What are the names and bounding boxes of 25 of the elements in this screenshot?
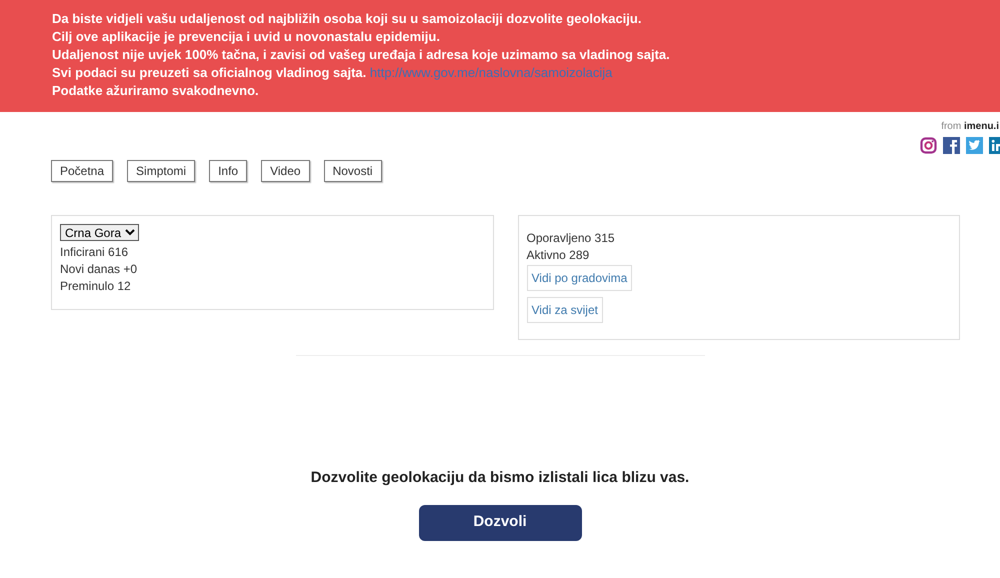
instagram-icon[interactable] <box>920 137 937 154</box>
twitter-icon[interactable] <box>966 137 983 154</box>
facebook-icon[interactable] <box>943 137 960 154</box>
banner-text: Da biste vidjeli vašu udaljenost od najbližih osoba koji su u samoizolaciji dozvolite geolokaciju. <box>52 10 642 28</box>
view-button[interactable]: Vidi za svijet <box>526 297 603 323</box>
stat-text: Aktivno 289 <box>526 248 590 262</box>
banner-text: Cilj ove aplikacije je prevencija i uvid u novonastalu epidemiju. <box>52 28 441 46</box>
nav-button[interactable]: Novosti <box>324 160 382 182</box>
linkedin-icon[interactable] <box>989 137 1000 154</box>
nav-button[interactable]: Info <box>209 160 248 182</box>
banner-text: Svi podaci su preuzeti sa oficialnog vladinog sajta. http://www.gov.me/naslovna/samoizolacija <box>52 64 614 82</box>
stat-text: Inficirani 616 <box>60 245 130 259</box>
banner-text: Podatke ažuriramo svakodnevno. <box>52 82 260 100</box>
banner-text: Udaljenost nije uvjek 100% tačna, i zavisi od vašeg uređaja i adresa koje uzimamo sa vladinog sajta. <box>52 46 671 64</box>
allow-button[interactable]: Dozvoli <box>418 504 582 540</box>
attribution-text: from imenu.i <box>941 120 999 134</box>
stat-text: Oporavljeno 315 <box>526 231 616 245</box>
nav-button[interactable]: Simptomi <box>127 160 196 182</box>
nav-button[interactable]: Početna <box>51 160 114 182</box>
nav-button[interactable]: Video <box>261 160 310 182</box>
stat-text: Novi danas +0 <box>60 262 138 276</box>
view-button[interactable]: Vidi po gradovima <box>526 265 632 291</box>
region-dropdown[interactable]: Crna Gora <box>60 224 139 241</box>
stat-text: Preminulo 12 <box>60 279 132 293</box>
geolocation-prompt: Dozvolite geolokaciju da bismo izlistali lica blizu vas. <box>310 468 690 488</box>
